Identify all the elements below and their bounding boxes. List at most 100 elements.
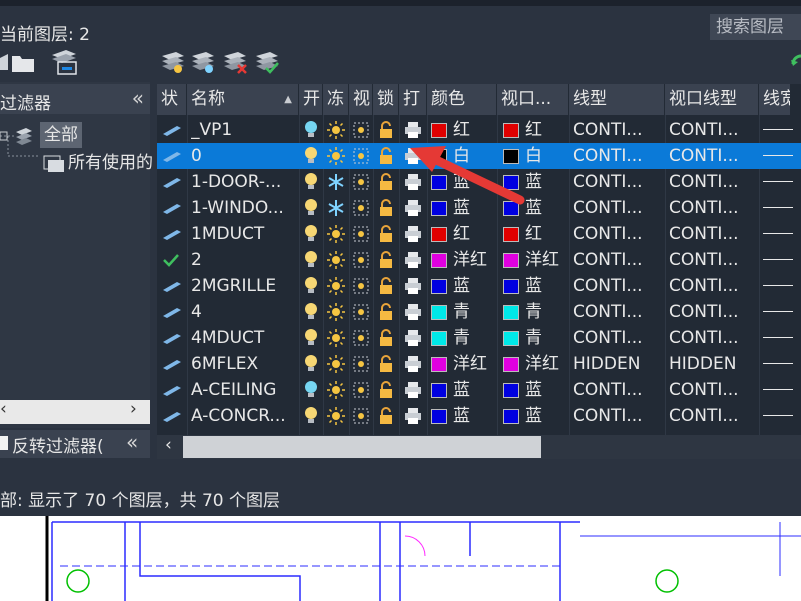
- column-header[interactable]: 锁: [373, 84, 399, 115]
- scrollbar-thumb[interactable]: [183, 436, 541, 458]
- viewport-linetype[interactable]: CONTI...: [669, 325, 739, 351]
- color-name[interactable]: 青: [453, 299, 470, 325]
- printer-icon[interactable]: [403, 406, 423, 434]
- drawing-canvas[interactable]: [0, 516, 801, 601]
- folder-icon[interactable]: [12, 56, 34, 72]
- color-name[interactable]: 蓝: [453, 377, 470, 403]
- color-name[interactable]: 洋红: [453, 247, 487, 273]
- viewport-linetype[interactable]: CONTI...: [669, 299, 739, 325]
- color-swatch[interactable]: [431, 357, 447, 372]
- linetype[interactable]: CONTI...: [573, 169, 643, 195]
- color-swatch[interactable]: [431, 279, 447, 294]
- viewport-color-name[interactable]: 青: [525, 299, 542, 325]
- color-swatch[interactable]: [431, 305, 447, 320]
- lineweight-preview[interactable]: [763, 143, 793, 169]
- refresh-icon[interactable]: [789, 50, 801, 76]
- column-header[interactable]: 状: [157, 84, 187, 115]
- viewport-linetype[interactable]: CONTI...: [669, 195, 739, 221]
- column-header[interactable]: 线型: [569, 84, 665, 115]
- color-swatch[interactable]: [431, 149, 447, 164]
- viewport-linetype[interactable]: CONTI...: [669, 403, 739, 429]
- lineweight-preview[interactable]: [763, 221, 793, 247]
- lineweight-preview[interactable]: [763, 195, 793, 221]
- viewport-color-name[interactable]: 白: [525, 143, 542, 169]
- viewport-color-swatch[interactable]: [503, 149, 519, 164]
- lineweight-preview[interactable]: [763, 273, 793, 299]
- viewport-linetype[interactable]: CONTI...: [669, 143, 739, 169]
- layer-name[interactable]: 0: [191, 143, 299, 169]
- column-header[interactable]: 视口线型: [665, 84, 759, 115]
- layer-row[interactable]: _VP1 红 红 CONTI... CONTI...: [157, 117, 801, 143]
- linetype[interactable]: CONTI...: [573, 273, 643, 299]
- layer-name[interactable]: A-CONCR...: [191, 403, 299, 429]
- layer-name[interactable]: 1-DOOR-...: [191, 169, 299, 195]
- layer-name[interactable]: 2MGRILLE: [191, 273, 299, 299]
- viewport-color-name[interactable]: 蓝: [525, 377, 542, 403]
- color-swatch[interactable]: [431, 253, 447, 268]
- viewport-color-name[interactable]: 红: [525, 117, 542, 143]
- scroll-right-icon[interactable]: ›: [130, 399, 137, 419]
- viewport-color-swatch[interactable]: [503, 331, 519, 346]
- viewport-freeze-icon[interactable]: [351, 406, 371, 434]
- filter-panel-scrollbar[interactable]: ‹ ›: [0, 399, 150, 424]
- linetype[interactable]: CONTI...: [573, 117, 643, 143]
- column-header[interactable]: 线宽: [759, 84, 791, 115]
- collapse-panel-button[interactable]: «: [132, 86, 144, 110]
- layer-name[interactable]: 4MDUCT: [191, 325, 299, 351]
- invert-filter-label[interactable]: 反转过滤器(: [12, 432, 104, 457]
- layer-row[interactable]: 4MDUCT 青 青 CONTI... CONTI...: [157, 325, 801, 351]
- lineweight-preview[interactable]: [763, 351, 793, 377]
- color-swatch[interactable]: [431, 201, 447, 216]
- column-header[interactable]: 冻: [323, 84, 349, 115]
- linetype[interactable]: HIDDEN: [573, 351, 640, 377]
- layer-name[interactable]: 4: [191, 299, 299, 325]
- viewport-color-name[interactable]: 蓝: [525, 403, 542, 429]
- color-swatch[interactable]: [431, 409, 447, 424]
- layer-row[interactable]: 4 青 青 CONTI... CONTI...: [157, 299, 801, 325]
- viewport-color-swatch[interactable]: [503, 123, 519, 138]
- column-header[interactable]: 名称 ▲: [187, 84, 299, 115]
- viewport-linetype[interactable]: CONTI...: [669, 247, 739, 273]
- lineweight-preview[interactable]: [763, 117, 793, 143]
- viewport-color-name[interactable]: 蓝: [525, 273, 542, 299]
- viewport-linetype[interactable]: CONTI...: [669, 377, 739, 403]
- layer-row[interactable]: 0 白 白 CONTI... CONTI...: [157, 143, 801, 169]
- viewport-color-name[interactable]: 洋红: [525, 247, 559, 273]
- delete-layer-icon[interactable]: [224, 52, 247, 74]
- lineweight-preview[interactable]: [763, 403, 793, 429]
- layer-row[interactable]: 6MFLEX 洋红 洋红 HIDDEN HIDDEN: [157, 351, 801, 377]
- color-swatch[interactable]: [431, 175, 447, 190]
- layer-row[interactable]: 2 洋红 洋红 CONTI... CONTI...: [157, 247, 801, 273]
- search-layers-input[interactable]: 搜索图层: [710, 14, 801, 40]
- viewport-linetype[interactable]: CONTI...: [669, 221, 739, 247]
- new-layer-frozen-icon[interactable]: [192, 52, 214, 73]
- color-name[interactable]: 白: [453, 143, 470, 169]
- layer-row[interactable]: 1MDUCT 红 红 CONTI... CONTI...: [157, 221, 801, 247]
- viewport-linetype[interactable]: CONTI...: [669, 169, 739, 195]
- color-name[interactable]: 蓝: [453, 195, 470, 221]
- linetype[interactable]: CONTI...: [573, 221, 643, 247]
- viewport-color-swatch[interactable]: [503, 175, 519, 190]
- viewport-color-swatch[interactable]: [503, 253, 519, 268]
- column-header[interactable]: 颜色: [427, 84, 497, 115]
- color-name[interactable]: 洋红: [453, 351, 487, 377]
- column-header[interactable]: 开: [299, 84, 323, 115]
- linetype[interactable]: CONTI...: [573, 195, 643, 221]
- layer-row[interactable]: A-CONCR... 蓝 蓝 CONTI... CONTI...: [157, 403, 801, 429]
- new-layer-icon[interactable]: [162, 52, 184, 73]
- viewport-color-name[interactable]: 洋红: [525, 351, 559, 377]
- viewport-color-name[interactable]: 蓝: [525, 169, 542, 195]
- invert-collapse-button[interactable]: «: [126, 430, 138, 454]
- lineweight-preview[interactable]: [763, 299, 793, 325]
- layer-name[interactable]: 2: [191, 247, 299, 273]
- color-swatch[interactable]: [431, 331, 447, 346]
- linetype[interactable]: CONTI...: [573, 377, 643, 403]
- color-swatch[interactable]: [431, 123, 447, 138]
- linetype[interactable]: CONTI...: [573, 299, 643, 325]
- viewport-linetype[interactable]: CONTI...: [669, 273, 739, 299]
- layer-row[interactable]: A-CEILING 蓝 蓝 CONTI... CONTI...: [157, 377, 801, 403]
- color-name[interactable]: 青: [453, 325, 470, 351]
- color-name[interactable]: 红: [453, 117, 470, 143]
- linetype[interactable]: CONTI...: [573, 143, 643, 169]
- layer-name[interactable]: _VP1: [191, 117, 299, 143]
